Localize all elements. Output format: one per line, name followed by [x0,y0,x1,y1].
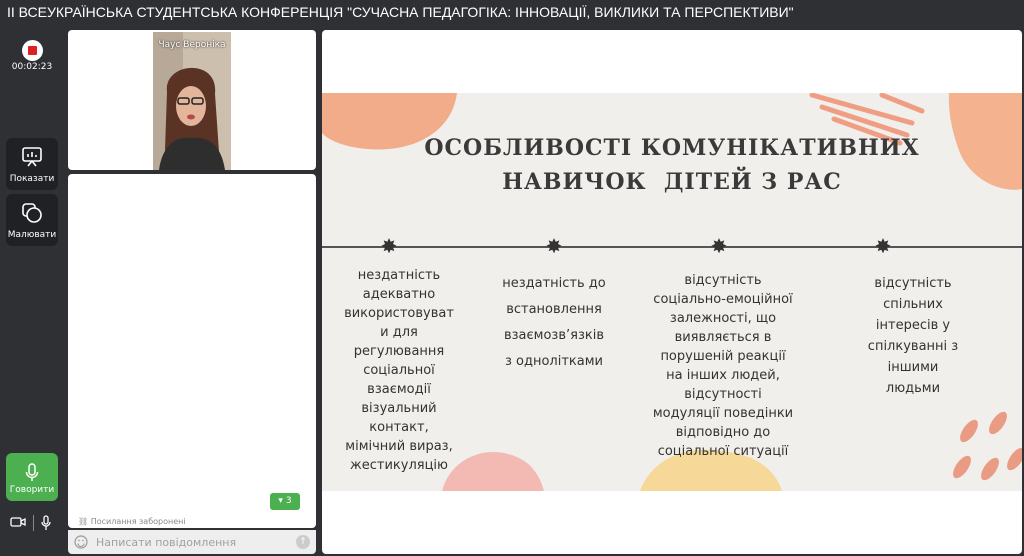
column-line: людьми [885,381,941,396]
timeline-marker-1: ✸ [380,234,398,258]
column-line: встановлення [506,302,602,317]
chat-panel [68,174,316,528]
message-bar: ↑ [68,530,316,554]
column-line: порушеній реакції [660,349,786,364]
participant-image [153,32,231,170]
slide-title-line2: НАВИЧОК ДІТЕЙ З РАС [502,169,842,195]
timeline-marker-4: ✸ [874,234,892,258]
draw-button[interactable]: Малювати [6,194,58,246]
column-line: соціальної ситуації [657,444,789,459]
column-line: взаємодії [367,382,431,397]
window-title: II ВСЕУКРАЇНСЬКА СТУДЕНТСЬКА КОНФЕРЕНЦІЯ… [0,0,1024,24]
slide: ОСОБЛИВОСТІ КОМУНІКАТИВНИХ НАВИЧОК ДІТЕЙ… [322,93,1022,491]
column-line: відсутність [874,276,952,291]
presentation-icon [22,147,42,167]
record-timer: 00:02:23 [11,62,53,72]
microphone-icon [25,463,39,481]
chevron-down-icon: ▾ [278,496,283,506]
column-line: спільних [883,297,943,312]
slide-column-4: відсутність спільних інтересів у спілкув… [834,273,992,399]
unread-count: 3 [285,496,292,506]
camera-icon[interactable] [10,516,26,528]
timeline-line [322,246,1022,248]
column-line: виявляється в [674,330,772,345]
shapes-icon [22,203,42,223]
slide-column-2: нездатність до встановлення взаємозв’язк… [488,271,620,375]
divider [33,515,34,531]
column-line: адекватно [362,287,436,302]
column-line: на інших людей, [666,368,780,383]
conference-app: II ВСЕУКРАЇНСЬКА СТУДЕНТСЬКА КОНФЕРЕНЦІЯ… [0,0,1024,556]
column-line: відсутності [684,387,762,402]
emoji-icon[interactable] [74,535,88,549]
participant-name: Чаус Вероніка [158,40,226,50]
timeline-marker-2: ✸ [545,234,563,258]
column-line: візуальний [361,401,437,416]
column-line: жестикуляцію [350,458,448,473]
slide-title-line1: ОСОБЛИВОСТІ КОМУНІКАТИВНИХ [424,135,920,161]
slide-title: ОСОБЛИВОСТІ КОМУНІКАТИВНИХ НАВИЧОК ДІТЕЙ… [322,131,1022,199]
slide-column-1: нездатність адекватно використовуват и д… [334,266,464,475]
column-line: з однолітками [504,354,603,369]
microphone-small-icon[interactable] [41,515,51,531]
slide-column-3: відсутність соціально-емоційної залежнос… [626,271,820,461]
column-line: відсутність [684,273,762,288]
link-icon: ⛓ [78,517,89,526]
column-line: соціально-емоційної [653,292,793,307]
column-line: спілкуванні з [867,339,959,354]
column-line: іншими [887,360,939,375]
column-line: и для [380,325,418,340]
column-line: соціальної [363,363,435,378]
column-line: регулювання [353,344,445,359]
column-line: нездатність до [502,276,606,291]
send-icon[interactable]: ↑ [296,535,310,549]
unread-count-badge[interactable]: ▾ 3 [270,493,300,510]
column-line: модуляції поведінки [652,406,794,421]
speak-label: Говорити [9,485,55,495]
speak-button[interactable]: Говорити [6,453,58,501]
participant-video[interactable]: Чаус Вероніка [153,32,231,170]
links-note-text: Посилання заборонені [90,517,186,526]
timeline-marker-3: ✸ [710,234,728,258]
show-button[interactable]: Показати [6,138,58,190]
show-label: Показати [9,174,55,184]
column-line: відповідно до [675,425,771,440]
links-forbidden-note: ⛓ Посилання заборонені [78,517,186,526]
column-line: залежності, що [669,311,777,326]
column-line: нездатність [357,268,441,283]
record-stop-button[interactable] [22,40,43,61]
column-line: взаємозв’язків [503,328,604,343]
message-input[interactable] [96,533,286,551]
presentation-area: ОСОБЛИВОСТІ КОМУНІКАТИВНИХ НАВИЧОК ДІТЕЙ… [322,30,1022,554]
draw-label: Малювати [7,230,57,240]
media-controls [6,512,58,534]
column-line: контакт, [369,420,429,435]
column-line: використовуват [344,306,454,321]
column-line: мімічний вираз, [345,439,453,454]
column-line: інтересів у [875,318,951,333]
video-panel: Чаус Вероніка [68,30,316,170]
